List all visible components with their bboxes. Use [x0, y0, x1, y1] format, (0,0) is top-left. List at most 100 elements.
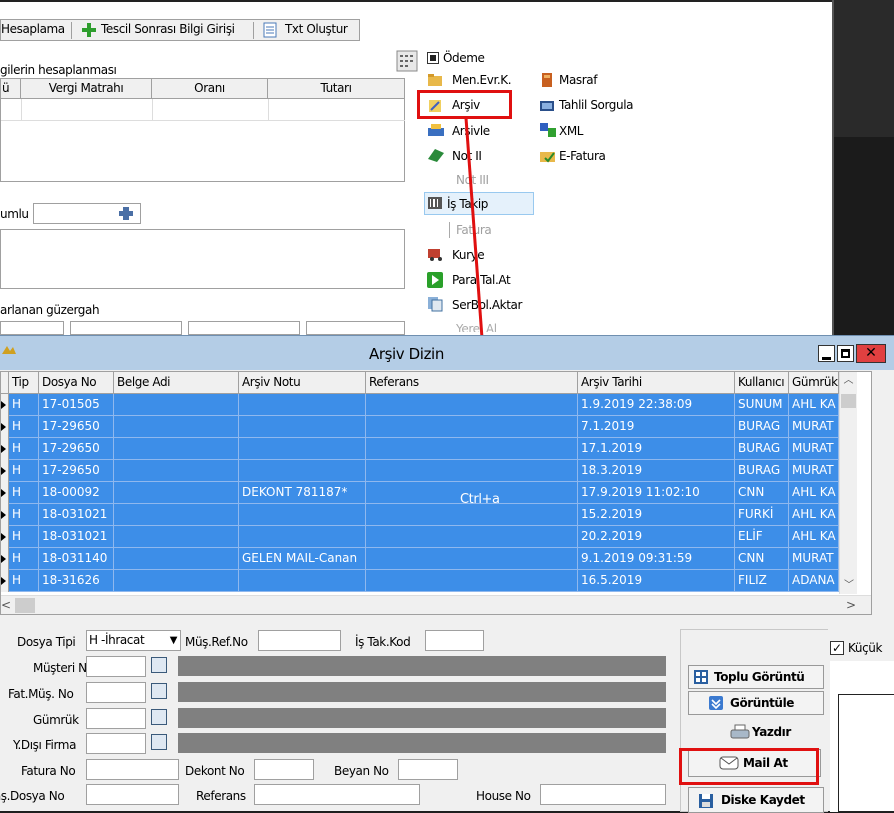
table-cell: 16.5.2019: [578, 570, 735, 592]
mus-ref-input[interactable]: [258, 630, 341, 651]
kucuk-checkbox[interactable]: ✓: [830, 641, 844, 655]
table-cell: [239, 570, 366, 592]
table-row[interactable]: H 17-29650 17.1.2019 BURAG MURAT: [1, 438, 839, 460]
house-label: House No: [476, 789, 531, 803]
table-cell: [366, 438, 578, 460]
maximize-button[interactable]: [837, 345, 854, 362]
table-cell: [239, 438, 366, 460]
musteri-input[interactable]: [86, 656, 146, 677]
dosya-tipi-select[interactable]: H -İhracat ▼: [86, 630, 181, 651]
diske-kaydet-button[interactable]: Diske Kaydet: [688, 787, 824, 813]
lookup-icon[interactable]: [151, 683, 167, 699]
beyan-input[interactable]: [398, 759, 458, 780]
mail-at-highlight: [679, 748, 819, 785]
horizontal-scrollbar[interactable]: < >: [1, 595, 871, 614]
dekont-input[interactable]: [254, 759, 314, 780]
table-row[interactable]: H 18-031021 20.2.2019 ELİF AHL KA: [1, 526, 839, 548]
table-row[interactable]: H 18-00092 DEKONT 781187* 17.9.2019 11:02:1…: [1, 482, 839, 504]
row-indicator: [1, 482, 9, 504]
table-cell: AHL KA: [789, 482, 839, 504]
table-cell: AHL KA: [789, 526, 839, 548]
table-cell: BURAG: [735, 438, 789, 460]
col-dosya-no[interactable]: Dosya No: [39, 372, 114, 394]
table-cell: 17-01505: [39, 394, 114, 416]
table-cell: [239, 460, 366, 482]
table-cell: H: [9, 526, 39, 548]
table-cell: [366, 548, 578, 570]
table-cell: MURAT: [789, 416, 839, 438]
fatura-input[interactable]: [86, 759, 179, 780]
table-cell: 18-031140: [39, 548, 114, 570]
gumruk-input[interactable]: [86, 708, 146, 729]
col-tip[interactable]: Tip: [9, 372, 39, 394]
dialog-title: Arşiv Dizin: [369, 345, 444, 363]
toplu-goruntu-label: Toplu Görüntü: [714, 670, 805, 684]
musteri-name-field: [178, 656, 666, 676]
vertical-scrollbar[interactable]: ︿ ﹀: [839, 372, 857, 594]
col-arsiv-notu[interactable]: Arşiv Notu: [239, 372, 366, 394]
gumruk-label: Gümrük: [33, 713, 79, 727]
table-row[interactable]: H 17-01505 1.9.2019 22:38:09 SUNUM AHL KA: [1, 394, 839, 416]
row-indicator: [1, 394, 9, 416]
table-cell: 18-031021: [39, 526, 114, 548]
minimize-button[interactable]: [818, 345, 835, 362]
col-gumruk[interactable]: Gümrük: [789, 372, 839, 394]
table-cell: 20.2.2019: [578, 526, 735, 548]
lookup-icon[interactable]: [151, 709, 167, 725]
table-row[interactable]: H 17-29650 7.1.2019 BURAG MURAT: [1, 416, 839, 438]
table-cell: [114, 548, 239, 570]
table-cell: [366, 460, 578, 482]
table-cell: 18-31626: [39, 570, 114, 592]
row-indicator: [1, 548, 9, 570]
table-cell: AHL KA: [789, 394, 839, 416]
archive-dialog: Arşiv Dizin ✕ Tip Dosya No Belge Adi Arş…: [0, 335, 894, 813]
table-cell: [239, 394, 366, 416]
table-cell: ELİF: [735, 526, 789, 548]
lookup-icon[interactable]: [151, 657, 167, 673]
table-row[interactable]: H 18-031021 15.2.2019 FURKİ AHL KA: [1, 504, 839, 526]
table-row[interactable]: H 17-29650 18.3.2019 BURAG MURAT: [1, 460, 839, 482]
close-button[interactable]: ✕: [856, 344, 886, 363]
col-referans[interactable]: Referans: [366, 372, 578, 394]
table-cell: H: [9, 438, 39, 460]
selection-overlay-text: Ctrl+a: [460, 492, 500, 507]
table-cell: 17-29650: [39, 460, 114, 482]
archive-grid: Tip Dosya No Belge Adi Arşiv Notu Refera…: [0, 371, 872, 615]
house-input[interactable]: [540, 784, 666, 805]
grid-header: Tip Dosya No Belge Adi Arşiv Notu Refera…: [1, 372, 871, 394]
table-cell: [366, 504, 578, 526]
table-row[interactable]: H 18-31626 16.5.2019 FILIZ ADANA: [1, 570, 839, 592]
table-cell: CNN: [735, 482, 789, 504]
fat-mus-input[interactable]: [86, 682, 146, 703]
col-arsiv-tarihi[interactable]: Arşiv Tarihi: [578, 372, 735, 394]
fat-mus-name-field: [178, 682, 666, 702]
beyan-label: Beyan No: [334, 764, 389, 778]
table-cell: [114, 460, 239, 482]
table-cell: 17-29650: [39, 416, 114, 438]
table-cell: [114, 438, 239, 460]
chevron-down-icon: ▼: [169, 635, 178, 646]
toplu-goruntu-button[interactable]: Toplu Görüntü: [688, 665, 824, 689]
table-cell: 18-00092: [39, 482, 114, 504]
table-cell: 18-031021: [39, 504, 114, 526]
table-row[interactable]: H 18-031140 GELEN MAIL-Canan 9.1.2019 09:31…: [1, 548, 839, 570]
is-tak-input[interactable]: [425, 630, 484, 651]
table-cell: [114, 482, 239, 504]
table-cell: CNN: [735, 548, 789, 570]
goruntule-button[interactable]: Görüntüle: [688, 691, 824, 715]
is-tak-label: İş Tak.Kod: [355, 635, 411, 649]
table-cell: BURAG: [735, 416, 789, 438]
referans-input[interactable]: [254, 784, 420, 805]
col-kullanici[interactable]: Kullanıcı: [735, 372, 789, 394]
table-cell: 7.1.2019: [578, 416, 735, 438]
bas-dosya-input[interactable]: [86, 784, 179, 805]
ydisi-input[interactable]: [86, 733, 146, 754]
yazdir-label: Yazdır: [752, 725, 791, 739]
table-cell: BURAG: [735, 460, 789, 482]
table-cell: FURKİ: [735, 504, 789, 526]
table-cell: [366, 394, 578, 416]
yazdir-button[interactable]: Yazdır: [688, 720, 824, 744]
col-belge-adi[interactable]: Belge Adi: [114, 372, 239, 394]
lookup-icon[interactable]: [151, 734, 167, 750]
table-cell: H: [9, 570, 39, 592]
